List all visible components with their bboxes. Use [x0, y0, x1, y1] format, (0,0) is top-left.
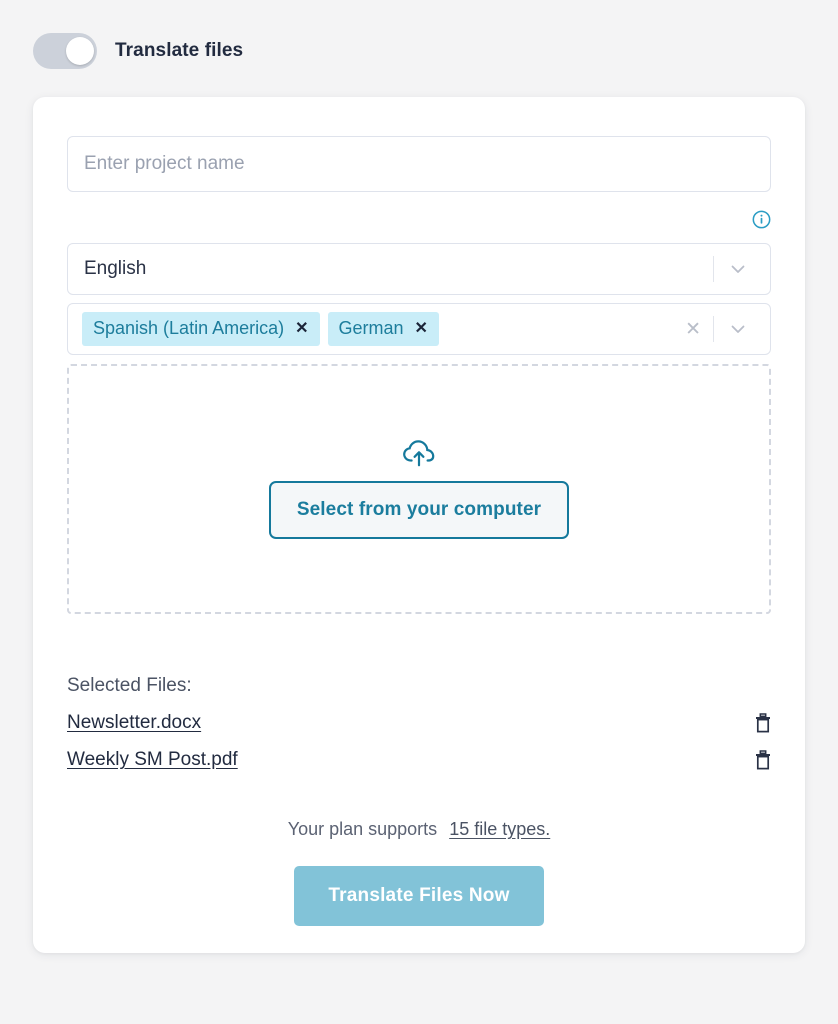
card-content: English Spanish (Latin America) ✕ [67, 136, 771, 926]
file-list-item: Newsletter.docx [67, 712, 771, 734]
translate-card: English Spanish (Latin America) ✕ [33, 97, 805, 953]
file-types-link[interactable]: 15 file types. [449, 819, 550, 840]
source-language-select[interactable]: English [67, 243, 771, 295]
file-name-link[interactable]: Newsletter.docx [67, 712, 201, 734]
chip-remove-icon[interactable]: ✕ [295, 320, 308, 337]
source-language-value: English [84, 258, 147, 279]
plan-support-row: Your plan supports 15 file types. [67, 819, 771, 840]
target-languages-controls: ✕ [673, 304, 758, 354]
cloud-upload-icon [402, 439, 436, 467]
selected-files-title: Selected Files: [67, 675, 192, 696]
page-title: Translate files [115, 40, 244, 61]
translate-files-toggle[interactable] [33, 33, 97, 69]
select-from-computer-button[interactable]: Select from your computer [268, 481, 570, 539]
project-name-input[interactable] [67, 136, 771, 192]
page-header: Translate files [33, 33, 243, 69]
info-circle-icon[interactable] [752, 210, 771, 229]
translate-files-page: Translate files English [0, 0, 838, 1024]
chevron-down-icon[interactable] [714, 318, 758, 340]
clear-all-icon[interactable]: ✕ [673, 320, 713, 339]
source-language-controls [713, 244, 758, 294]
info-row [67, 204, 771, 234]
chevron-down-icon[interactable] [714, 258, 758, 280]
file-name-link[interactable]: Weekly SM Post.pdf [67, 749, 238, 771]
trash-icon[interactable] [755, 750, 771, 770]
chip-label: Spanish (Latin America) [93, 318, 285, 338]
language-chip: German ✕ [327, 312, 439, 346]
trash-icon[interactable] [755, 713, 771, 733]
file-list-item: Weekly SM Post.pdf [67, 749, 771, 771]
target-languages-select[interactable]: Spanish (Latin America) ✕ German ✕ ✕ [67, 303, 771, 355]
translate-files-now-button[interactable]: Translate Files Now [294, 866, 544, 926]
chip-label: German [338, 318, 404, 338]
toggle-knob [66, 37, 94, 65]
file-dropzone[interactable]: Select from your computer [67, 364, 771, 614]
chip-remove-icon[interactable]: ✕ [415, 320, 428, 337]
cta-row: Translate Files Now [67, 866, 771, 926]
plan-support-text: Your plan supports [287, 819, 438, 839]
language-chip: Spanish (Latin America) ✕ [82, 312, 320, 346]
